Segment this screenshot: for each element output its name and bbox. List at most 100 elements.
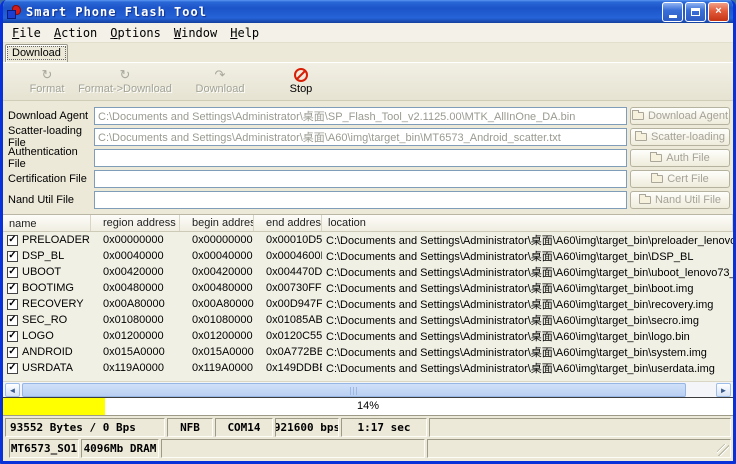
checkbox-checked-icon[interactable]	[7, 363, 18, 374]
cert-file-browse-button[interactable]: Cert File	[630, 170, 730, 188]
header-region-address[interactable]: region address	[91, 215, 180, 231]
table-row[interactable]: USRDATA 0x119A0000 0x119A0000 0x149DDBBF…	[3, 360, 733, 376]
download-button[interactable]: ↷ Download	[187, 63, 253, 99]
table-row[interactable]: DSP_BL 0x00040000 0x00040000 0x0004600F …	[3, 248, 733, 264]
partition-name: LOGO	[22, 330, 54, 342]
header-name[interactable]: name	[3, 215, 91, 231]
begin-address: 0x00000000	[180, 234, 254, 246]
status-elapsed-time: 1:17 sec	[341, 418, 427, 437]
title-bar: Smart Phone Flash Tool ×	[3, 0, 733, 23]
menu-help[interactable]: Help	[224, 24, 266, 42]
checkbox-checked-icon[interactable]	[7, 235, 18, 246]
authentication-file-label: Authentication File	[6, 146, 94, 170]
begin-address: 0x01080000	[180, 314, 254, 326]
scrollbar-thumb[interactable]	[22, 383, 686, 397]
folder-open-icon	[635, 133, 647, 141]
region-address: 0x00420000	[91, 266, 180, 278]
partition-name: BOOTIMG	[22, 282, 74, 294]
tab-download[interactable]: Download	[5, 44, 68, 62]
scatter-loading-browse-button[interactable]: Scatter-loading	[630, 128, 730, 146]
header-begin-address[interactable]: begin address	[180, 215, 254, 231]
folder-open-icon	[639, 196, 651, 204]
header-location[interactable]: location	[322, 215, 733, 231]
region-address: 0x00480000	[91, 282, 180, 294]
checkbox-checked-icon[interactable]	[7, 299, 18, 310]
authentication-file-input[interactable]	[94, 149, 627, 167]
format-button[interactable]: ↻ Format	[21, 63, 73, 99]
tab-strip: Download	[3, 43, 733, 62]
checkbox-checked-icon[interactable]	[7, 283, 18, 294]
status-com-port: COM14	[215, 418, 273, 437]
checkbox-checked-icon[interactable]	[7, 331, 18, 342]
stop-label: Stop	[290, 83, 313, 95]
table-row[interactable]: UBOOT 0x00420000 0x00420000 0x004470D3 C…	[3, 264, 733, 280]
end-address: 0x0120C55F	[254, 330, 322, 342]
partition-name: SEC_RO	[22, 314, 67, 326]
auth-file-browse-button[interactable]: Auth File	[630, 149, 730, 167]
checkbox-checked-icon[interactable]	[7, 267, 18, 278]
end-address: 0x00D947FF	[254, 298, 322, 310]
menu-window[interactable]: Window	[168, 24, 224, 42]
download-agent-label: Download Agent	[6, 110, 94, 122]
table-row[interactable]: RECOVERY 0x00A80000 0x00A80000 0x00D947F…	[3, 296, 733, 312]
close-button[interactable]: ×	[708, 2, 729, 22]
format-download-button[interactable]: ↻ Format->Download	[75, 63, 175, 99]
horizontal-scrollbar[interactable]: ◄ ►	[3, 381, 733, 397]
certification-file-row: Certification File Cert File	[6, 169, 730, 188]
app-window: Smart Phone Flash Tool × File Action Opt…	[0, 0, 736, 464]
end-address: 0x0004600F	[254, 250, 322, 262]
menu-options[interactable]: Options	[104, 24, 168, 42]
download-label: Download	[196, 83, 245, 95]
nand-util-button-label: Nand Util File	[655, 194, 721, 206]
window-title: Smart Phone Flash Tool	[26, 5, 662, 19]
auth-file-button-label: Auth File	[666, 152, 709, 164]
header-end-address[interactable]: end address	[254, 215, 322, 231]
window-bottom-padding	[3, 458, 733, 461]
format-icon: ↻	[42, 68, 53, 83]
table-row[interactable]: SEC_RO 0x01080000 0x01080000 0x01085ABF …	[3, 312, 733, 328]
region-address: 0x01080000	[91, 314, 180, 326]
partition-name: UBOOT	[22, 266, 61, 278]
minimize-button[interactable]	[662, 2, 683, 22]
maximize-button[interactable]	[685, 2, 706, 22]
nand-util-browse-button[interactable]: Nand Util File	[630, 191, 730, 209]
status-bytes: 93552 Bytes / 0 Bps	[5, 418, 165, 437]
partition-table: name region address begin address end ad…	[3, 214, 733, 381]
stop-button[interactable]: Stop	[279, 63, 323, 99]
file-location: C:\Documents and Settings\Administrator\…	[322, 328, 733, 344]
menu-file[interactable]: File	[6, 24, 48, 42]
nand-util-file-label: Nand Util File	[6, 194, 94, 206]
scatter-loading-button-label: Scatter-loading	[651, 131, 725, 143]
folder-open-icon	[632, 112, 644, 120]
table-row[interactable]: ANDROID 0x015A0000 0x015A0000 0x0A772BBF…	[3, 344, 733, 360]
file-fields: Download Agent Download Agent Scatter-lo…	[3, 101, 733, 214]
file-location: C:\Documents and Settings\Administrator\…	[322, 360, 733, 376]
table-row[interactable]: BOOTIMG 0x00480000 0x00480000 0x00730FFF…	[3, 280, 733, 296]
download-agent-button-label: Download Agent	[648, 110, 728, 122]
download-agent-browse-button[interactable]: Download Agent	[630, 107, 730, 125]
file-location: C:\Documents and Settings\Administrator\…	[322, 296, 733, 312]
checkbox-checked-icon[interactable]	[7, 315, 18, 326]
scroll-right-icon[interactable]: ►	[716, 383, 731, 397]
begin-address: 0x00420000	[180, 266, 254, 278]
end-address: 0x004470D3	[254, 266, 322, 278]
end-address: 0x00730FFF	[254, 282, 322, 294]
begin-address: 0x119A0000	[180, 362, 254, 374]
certification-file-label: Certification File	[6, 173, 94, 185]
checkbox-checked-icon[interactable]	[7, 347, 18, 358]
checkbox-checked-icon[interactable]	[7, 251, 18, 262]
begin-address: 0x00040000	[180, 250, 254, 262]
scroll-left-icon[interactable]: ◄	[5, 383, 20, 397]
partition-name: ANDROID	[22, 346, 73, 358]
menu-action[interactable]: Action	[48, 24, 104, 42]
download-agent-input[interactable]	[94, 107, 627, 125]
nand-util-file-input[interactable]	[94, 191, 627, 209]
end-address: 0x00010D5F	[254, 234, 322, 246]
nand-util-file-row: Nand Util File Nand Util File	[6, 190, 730, 209]
table-row[interactable]: PRELOADER 0x00000000 0x00000000 0x00010D…	[3, 232, 733, 248]
certification-file-input[interactable]	[94, 170, 627, 188]
resize-grip-icon[interactable]	[717, 444, 729, 456]
scatter-loading-input[interactable]	[94, 128, 627, 146]
progress-percent: 14%	[3, 400, 733, 412]
table-row[interactable]: LOGO 0x01200000 0x01200000 0x0120C55F C:…	[3, 328, 733, 344]
